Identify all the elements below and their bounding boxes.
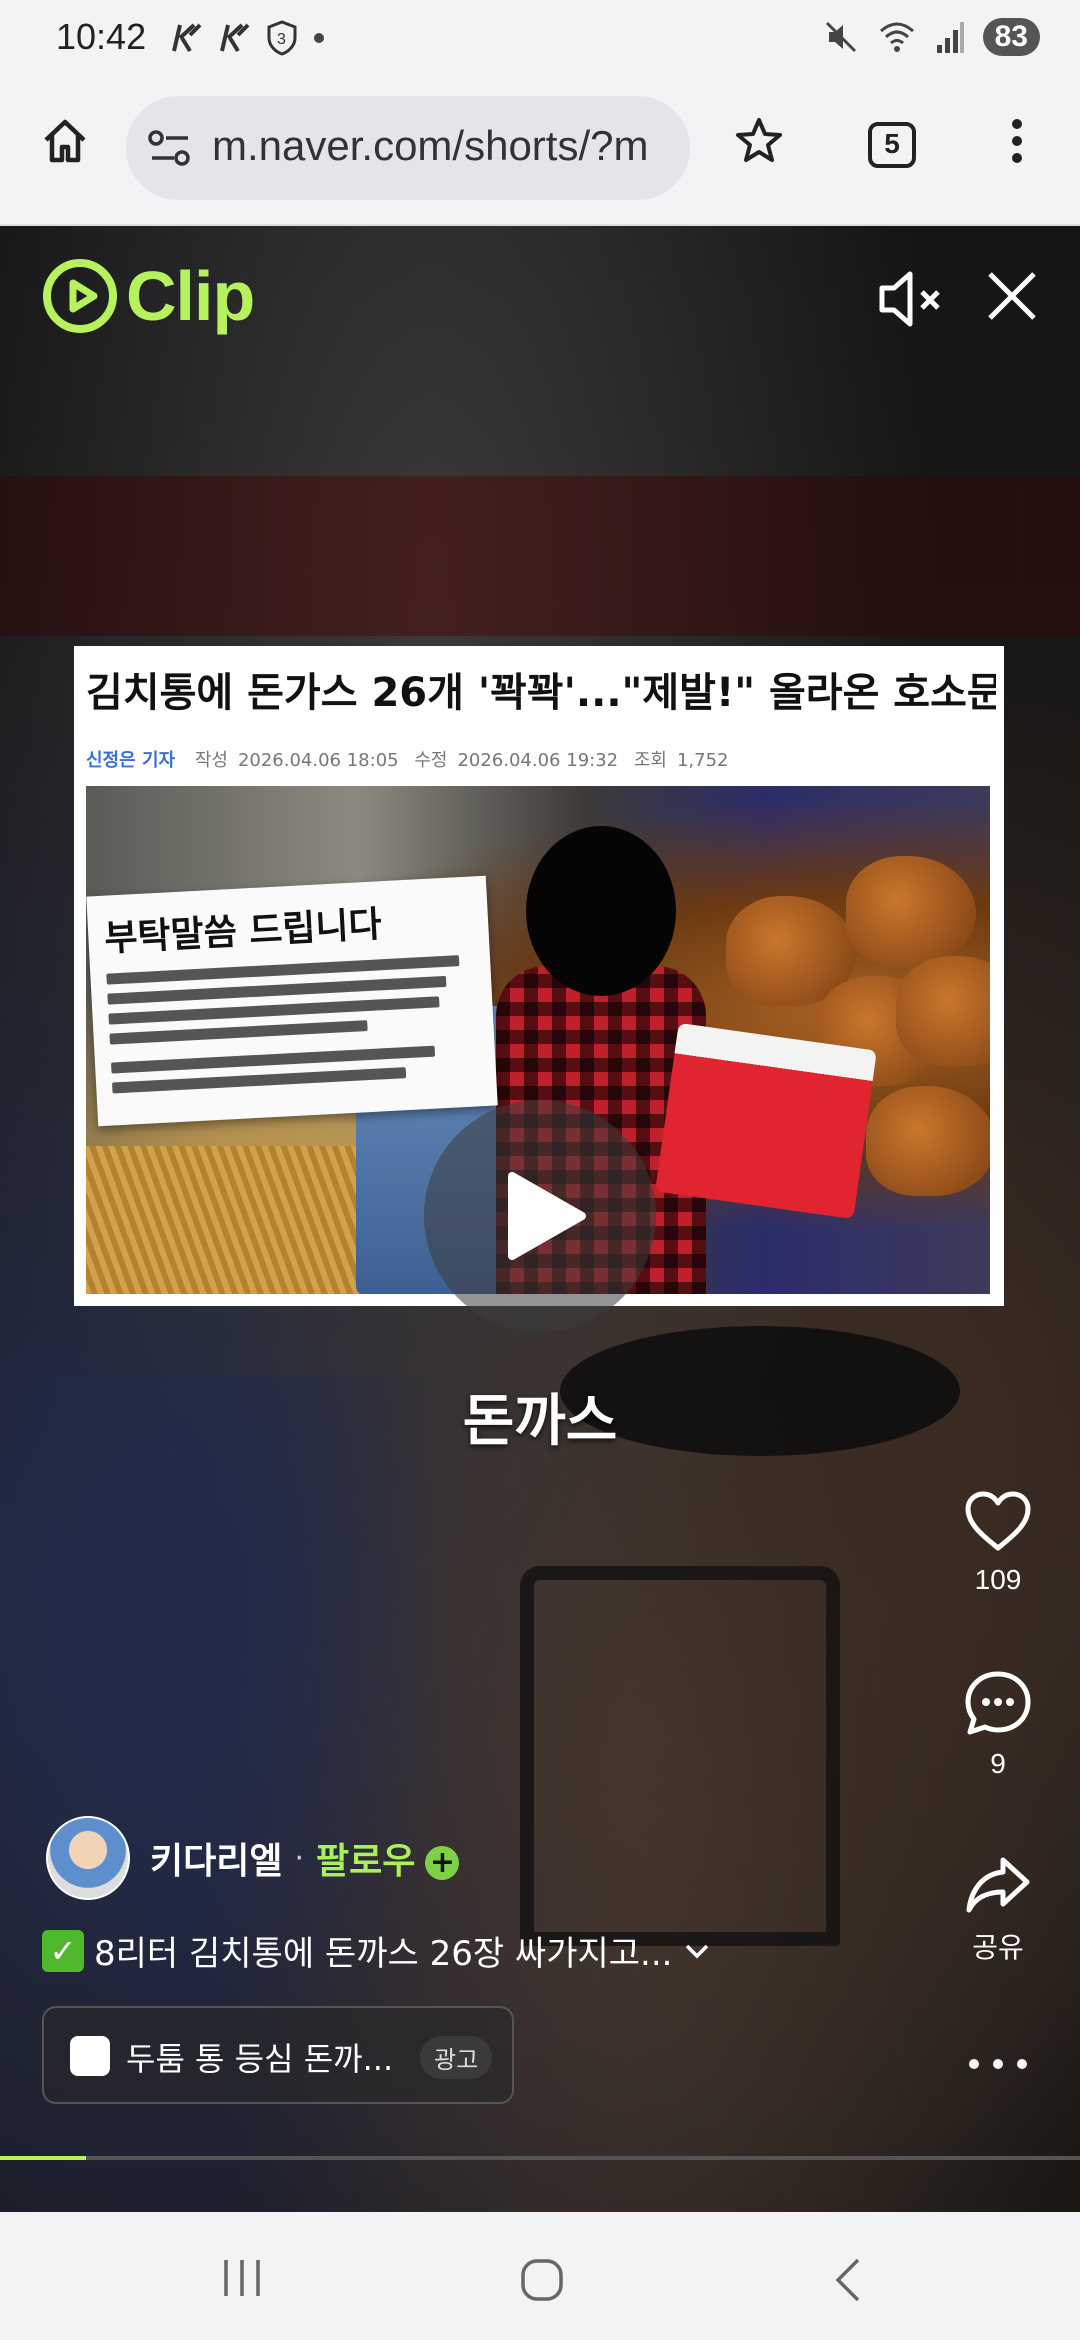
follow-button[interactable]: 팔로우 + xyxy=(316,1832,460,1884)
clip-play-icon xyxy=(43,259,117,333)
cutlet xyxy=(896,956,990,1066)
share-label: 공유 xyxy=(972,1932,1024,1963)
blurred-head xyxy=(526,826,676,996)
notice-body xyxy=(106,954,480,1094)
video-subtitle: 돈까스 xyxy=(462,1389,618,1454)
views-count: 1,752 xyxy=(676,750,729,771)
created-date: 2026.04.06 18:05 xyxy=(237,750,399,771)
clip-logo: Clip xyxy=(40,256,255,336)
browser-toolbar: m.naver.com/shorts/?m 5 xyxy=(0,80,1080,226)
close-icon[interactable] xyxy=(982,266,1042,326)
clip-logo-text: Clip xyxy=(126,257,255,335)
k-sport-icon xyxy=(172,23,202,53)
news-byline: 신정은 기자 작성 2026.04.06 18:05 수정 2026.04.06 1… xyxy=(86,746,739,772)
status-bar: 10:42 3 83 xyxy=(0,0,1080,80)
cutlet xyxy=(846,856,976,966)
ad-banner[interactable]: 두툼 통 등심 돈까... 광고 xyxy=(42,2006,514,2104)
bookmark-star-icon[interactable] xyxy=(734,116,784,166)
url-text: m.naver.com/shorts/?m xyxy=(212,122,649,169)
signal-icon xyxy=(936,22,964,53)
more-horiz-icon[interactable] xyxy=(966,2054,1030,2074)
caption-text: 8리터 김치통에 돈까스 26장 싸가지고... xyxy=(94,1934,673,1974)
comment-icon xyxy=(965,1671,1031,1735)
background-wall xyxy=(0,476,1080,636)
play-button[interactable] xyxy=(424,1100,656,1332)
shopping-bag-icon xyxy=(70,2036,110,2076)
svg-text:3: 3 xyxy=(277,31,286,48)
separator-dot: · xyxy=(294,1840,305,1876)
news-headline: 김치통에 돈가스 26개 '꽉꽉'..."제발!" 올라온 호소문 xyxy=(86,670,996,716)
cutlet xyxy=(866,1086,990,1196)
more-vert-icon[interactable] xyxy=(1000,116,1034,166)
channel-row: 키다리엘 · 팔로우 + xyxy=(46,1816,460,1900)
tab-count: 5 xyxy=(884,128,900,159)
shield-3-icon: 3 xyxy=(267,20,297,56)
notice-title: 부탁말씀 드립니다 xyxy=(103,904,383,960)
recent-apps-icon[interactable] xyxy=(220,2256,264,2300)
play-icon xyxy=(508,1172,586,1260)
news-reporter: 신정은 기자 xyxy=(86,750,176,771)
sound-muted-icon[interactable] xyxy=(876,264,946,334)
status-time: 10:42 xyxy=(56,16,147,57)
like-count: 109 xyxy=(974,1564,1022,1595)
comment-button[interactable]: 9 xyxy=(948,1670,1048,1780)
mute-icon xyxy=(825,21,856,53)
created-label: 작성 xyxy=(194,750,228,771)
k-sport-icon xyxy=(220,23,250,53)
dot-icon xyxy=(314,33,324,43)
video-progress-fill xyxy=(0,2156,87,2160)
notice-sign: 부탁말씀 드립니다 xyxy=(86,875,498,1127)
battery-icon: 83 xyxy=(982,18,1040,56)
video-progress-bar[interactable] xyxy=(0,2156,1080,2160)
ad-text: 두툼 통 등심 돈까... xyxy=(126,2040,394,2078)
background-chair xyxy=(520,1566,840,1946)
home-icon[interactable] xyxy=(40,116,90,166)
red-container xyxy=(655,1022,877,1220)
chevron-down-icon xyxy=(686,1944,709,1958)
video-player[interactable]: Clip 김치통에 돈가스 26개 '꽉꽉'..."제발!" 올라온 호소문 신… xyxy=(0,226,1080,2212)
modified-label: 수정 xyxy=(414,750,448,771)
share-icon xyxy=(966,1857,1030,1913)
battery-level: 83 xyxy=(994,20,1028,53)
site-info-icon[interactable] xyxy=(148,128,192,168)
like-button[interactable]: 109 xyxy=(948,1490,1048,1596)
share-button[interactable]: 공유 xyxy=(948,1854,1048,1966)
back-icon[interactable] xyxy=(830,2256,866,2304)
follow-label: 팔로우 xyxy=(316,1841,416,1882)
address-bar[interactable]: m.naver.com/shorts/?m xyxy=(126,96,690,200)
system-nav-bar xyxy=(0,2212,1080,2340)
tab-switcher-button[interactable]: 5 xyxy=(868,122,916,168)
avatar[interactable] xyxy=(46,1816,130,1900)
channel-name[interactable]: 키다리엘 xyxy=(150,1832,282,1884)
wifi-icon xyxy=(879,22,914,52)
heart-icon xyxy=(965,1491,1031,1551)
plus-icon: + xyxy=(425,1846,460,1880)
views-label: 조회 xyxy=(633,750,667,771)
video-caption[interactable]: ✓ 8리터 김치통에 돈까스 26장 싸가지고... xyxy=(42,1926,712,1975)
check-mark-icon: ✓ xyxy=(42,1929,84,1972)
modified-date: 2026.04.06 19:32 xyxy=(457,750,619,771)
comment-count: 9 xyxy=(990,1748,1006,1779)
ad-badge: 광고 xyxy=(420,2036,493,2079)
home-nav-icon[interactable] xyxy=(518,2256,566,2304)
